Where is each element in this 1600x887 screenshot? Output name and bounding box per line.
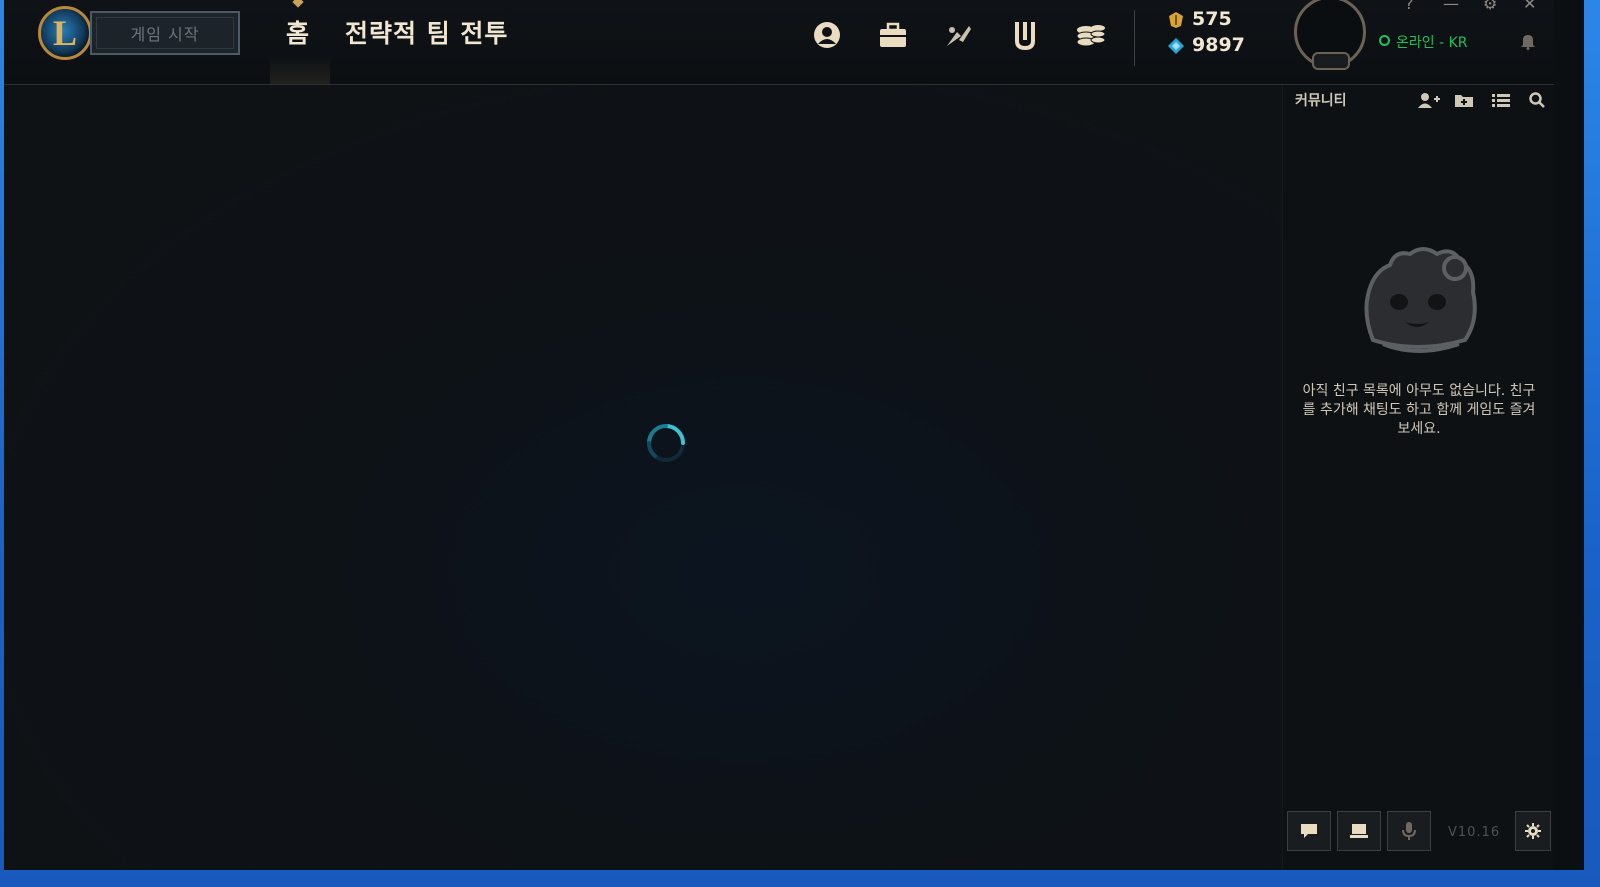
add-folder-icon[interactable] (1454, 91, 1476, 109)
tab-teamfight-tactics[interactable]: 전략적 팀 전투 (345, 14, 508, 50)
play-button-label: 게임 시작 (130, 25, 200, 44)
blue-essence-icon (1167, 11, 1185, 29)
profile-icon[interactable] (810, 18, 844, 52)
active-tab-highlight (270, 56, 330, 84)
riot-points-amount[interactable]: 9897 (1192, 34, 1245, 56)
store-icon[interactable] (1074, 18, 1108, 52)
minimize-button[interactable]: — (1443, 0, 1459, 13)
client-version: V10.16 (1448, 825, 1501, 840)
status-text[interactable]: 온라인 - KR (1396, 32, 1468, 52)
list-icon[interactable] (1491, 91, 1513, 109)
clash-icon[interactable] (1008, 18, 1042, 52)
help-button[interactable]: ? (1405, 0, 1414, 13)
bug-report-button[interactable] (1515, 811, 1551, 851)
chat-button[interactable] (1287, 811, 1331, 851)
blue-essence-amount[interactable]: 575 (1192, 8, 1232, 30)
main-content-area (4, 85, 1282, 870)
online-status-icon (1379, 35, 1390, 46)
community-sidebar: 커뮤니티 아직 친구 목록에 아무도 없습니다. 친구를 추가해 채팅도 하고 … (1282, 85, 1555, 870)
window-right-edge (1554, 0, 1584, 870)
add-friend-icon[interactable] (1417, 91, 1440, 109)
voice-chat-button[interactable] (1387, 811, 1431, 851)
wallet-divider (1134, 10, 1135, 66)
empty-friends-message: 아직 친구 목록에 아무도 없습니다. 친구를 추가해 채팅도 하고 함께 게임… (1302, 383, 1536, 437)
play-button[interactable]: 게임 시작 (90, 11, 240, 55)
active-tab-marker (292, 0, 304, 8)
loot-icon[interactable] (942, 18, 976, 52)
poro-mascot-icon (1364, 247, 1477, 353)
close-button[interactable]: ✕ (1523, 0, 1536, 13)
collapse-sidebar-button[interactable] (1337, 811, 1381, 851)
tab-home[interactable]: 홈 (286, 14, 309, 50)
level-badge (1312, 52, 1350, 70)
search-icon[interactable] (1528, 91, 1550, 109)
top-navigation-bar: L 게임 시작 홈 전략적 팀 전투 575 9897 온라인 - KR ? —… (4, 0, 1584, 85)
loading-spinner-icon (646, 424, 685, 462)
notification-bell-icon[interactable] (1520, 32, 1536, 54)
settings-gear-icon[interactable]: ⚙ (1483, 0, 1497, 13)
sidebar-title: 커뮤니티 (1295, 93, 1347, 109)
collection-icon[interactable] (876, 18, 910, 52)
league-client-window: L 게임 시작 홈 전략적 팀 전투 575 9897 온라인 - KR ? —… (4, 0, 1584, 870)
league-logo-icon[interactable]: L (38, 6, 92, 60)
riot-points-icon (1167, 37, 1185, 55)
